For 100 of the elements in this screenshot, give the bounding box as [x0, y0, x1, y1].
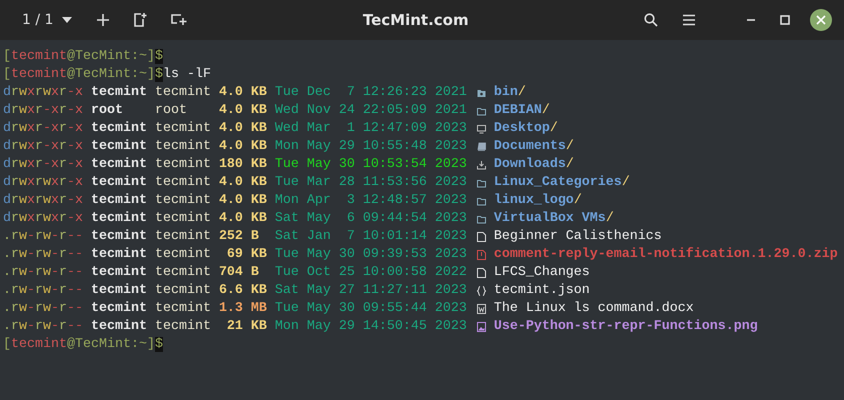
- group-text: tecmint: [154, 84, 212, 102]
- owner-text: root: [90, 102, 124, 120]
- folder-name: DEBIAN/: [494, 102, 550, 120]
- caret-icon: [61, 16, 74, 24]
- size-unit: KB: [250, 138, 268, 156]
- modified-date: Mon May 29 10:55:48 2023: [274, 138, 468, 156]
- modified-date: Mon May 29 14:50:45 2023: [274, 318, 468, 336]
- permissions-text: .rw-rw-r--: [3, 300, 84, 318]
- size-unit: KB: [250, 210, 268, 228]
- plus-icon: [97, 14, 110, 26]
- file-size: 4.0: [218, 192, 243, 210]
- modified-date: Tue May 30 09:55:44 2023: [274, 300, 468, 318]
- size-unit: KB: [250, 318, 268, 336]
- prompt-line: [tecmint@TecMint:~]$: [3, 336, 163, 354]
- owner-text: tecmint: [90, 120, 148, 138]
- group-text: tecmint: [154, 318, 212, 336]
- zip-file-icon: [476, 250, 486, 260]
- permissions-text: drwxr-xr-x: [3, 102, 84, 120]
- file-size: 180: [218, 156, 243, 174]
- owner-text: tecmint: [90, 300, 148, 318]
- file-size: 252: [218, 228, 243, 246]
- size-unit: KB: [250, 120, 268, 138]
- permissions-text: drwxr-xr-x: [3, 138, 84, 156]
- file-size: 4.0: [218, 120, 243, 138]
- tab-switcher-button[interactable]: 1 / 1: [18, 10, 78, 30]
- file-name: tecmint.json: [494, 282, 590, 300]
- file-icon: [476, 268, 486, 278]
- size-unit: B: [250, 228, 260, 246]
- size-unit: KB: [250, 102, 268, 120]
- folder-name: bin/: [494, 84, 526, 102]
- permissions-text: drwxrwxr-x: [3, 84, 84, 102]
- modified-date: Sat May 27 11:27:11 2023: [274, 282, 468, 300]
- owner-text: tecmint: [90, 264, 148, 282]
- owner-text: tecmint: [90, 192, 148, 210]
- modified-date: Wed Nov 24 22:05:09 2021: [274, 102, 468, 120]
- folder-icon: [476, 88, 486, 98]
- file-size: 4.0: [218, 210, 243, 228]
- size-unit: KB: [250, 156, 268, 174]
- close-button[interactable]: [810, 9, 832, 31]
- book-icon: [476, 142, 486, 152]
- search-icon: [644, 13, 658, 27]
- group-text: tecmint: [154, 300, 212, 318]
- file-size: 69: [226, 246, 243, 264]
- owner-text: tecmint: [90, 210, 148, 228]
- size-unit: MB: [250, 300, 268, 318]
- group-text: tecmint: [154, 228, 212, 246]
- size-unit: KB: [250, 192, 268, 210]
- file-size: 4.0: [218, 138, 243, 156]
- file-size: 704: [218, 264, 243, 282]
- download-icon: [476, 160, 486, 170]
- permissions-text: .rw-rw-r--: [3, 282, 84, 300]
- close-icon: [816, 15, 826, 25]
- page-plus-icon: [133, 13, 148, 27]
- braces-icon: [476, 286, 486, 296]
- folder-name: Documents/: [494, 138, 574, 156]
- maximize-icon: [780, 15, 790, 25]
- group-text: tecmint: [154, 120, 212, 138]
- file-size: 21: [226, 318, 243, 336]
- size-unit: KB: [250, 282, 268, 300]
- file-size: 6.6: [218, 282, 243, 300]
- menu-icon: [682, 14, 696, 26]
- file-name: LFCS_Changes: [494, 264, 590, 282]
- permissions-text: .rw-rw-r--: [3, 228, 84, 246]
- minimize-icon: [746, 19, 756, 21]
- folder-name: Desktop/: [494, 120, 558, 138]
- permissions-text: drwxrwxr-x: [3, 192, 84, 210]
- prompt-line: [tecmint@TecMint:~]$ls -lF: [3, 66, 211, 84]
- group-text: root: [154, 102, 188, 120]
- owner-text: tecmint: [90, 246, 148, 264]
- owner-text: tecmint: [90, 174, 148, 192]
- size-unit: B: [250, 264, 260, 282]
- owner-text: tecmint: [90, 228, 148, 246]
- window-title: TecMint.com: [362, 11, 469, 29]
- modified-date: Sat Jan 7 10:01:14 2023: [274, 228, 468, 246]
- size-unit: KB: [250, 246, 268, 264]
- file-name: Use-Python-str-repr-Functions.png: [494, 318, 758, 336]
- file-size: 4.0: [218, 174, 243, 192]
- group-text: tecmint: [154, 210, 212, 228]
- owner-text: tecmint: [90, 84, 148, 102]
- permissions-text: drwxr-xr-x: [3, 120, 84, 138]
- folder-name: Downloads/: [494, 156, 574, 174]
- permissions-text: drwxrwxr-x: [3, 174, 84, 192]
- modified-date: Wed Mar 1 12:47:09 2023: [274, 120, 468, 138]
- folder-name: linux_logo/: [494, 192, 582, 210]
- group-text: tecmint: [154, 264, 212, 282]
- prompt-line: [tecmint@TecMint:~]$: [3, 48, 163, 66]
- folder-name: VirtualBox VMs/: [494, 210, 614, 228]
- folder-name: Linux_Categories/: [494, 174, 630, 192]
- owner-text: tecmint: [90, 138, 148, 156]
- modified-date: Tue Oct 25 10:00:58 2022: [274, 264, 468, 282]
- permissions-text: .rw-rw-r--: [3, 318, 84, 336]
- file-size: 4.0: [218, 102, 243, 120]
- file-name: Beginner Calisthenics: [494, 228, 662, 246]
- group-text: tecmint: [154, 246, 212, 264]
- modified-date: Tue May 30 09:39:53 2023: [274, 246, 468, 264]
- permissions-text: drwxr-xr-x: [3, 156, 84, 174]
- file-name: The Linux ls command.docx: [494, 300, 694, 318]
- group-text: tecmint: [154, 282, 212, 300]
- document-icon: [476, 304, 486, 314]
- group-text: tecmint: [154, 174, 212, 192]
